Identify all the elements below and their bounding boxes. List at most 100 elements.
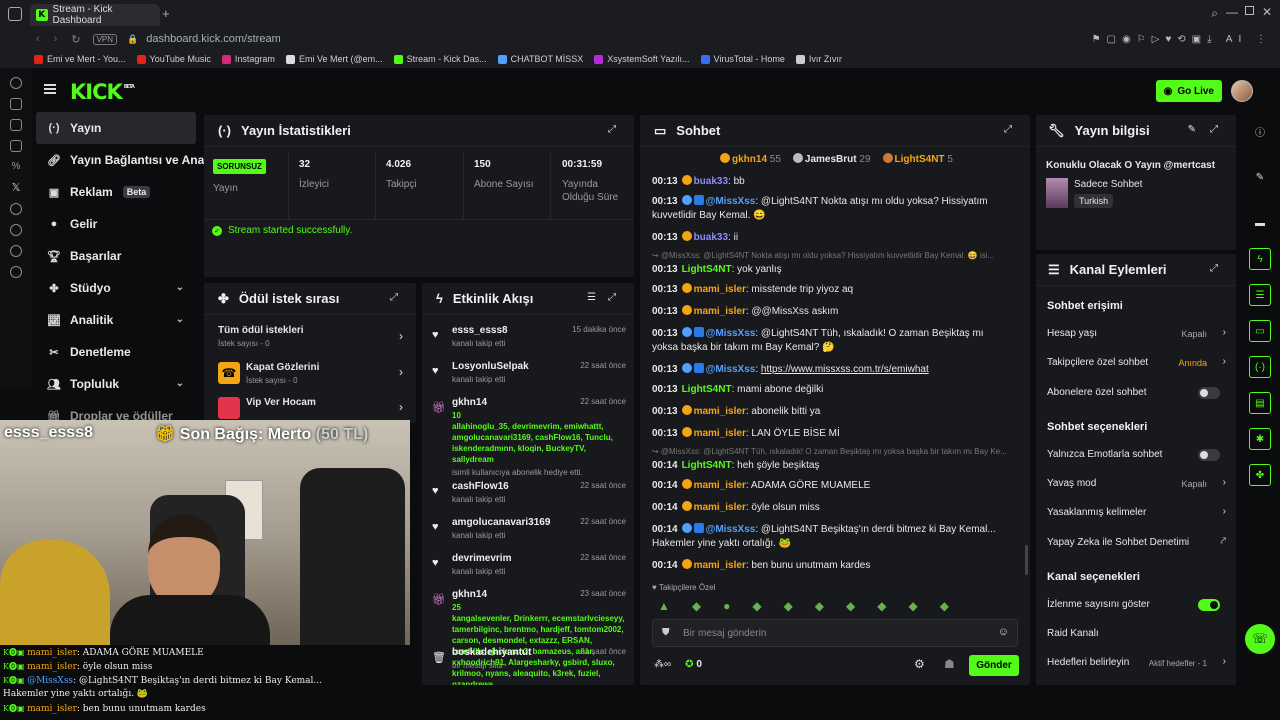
sidebar-item-7[interactable]: ✂ Denetleme — [36, 336, 196, 368]
chat-scrollbar[interactable] — [1025, 545, 1028, 575]
chat-message[interactable]: 00:14 mami_isler: ben bunu unutmam kardes — [652, 559, 1012, 573]
event-item[interactable]: ♥ amgolucanavari3169 kanalı takip etti 22 s… — [432, 517, 626, 540]
sidebar-item-2[interactable]: ▣ Reklam Beta — [36, 176, 196, 208]
sidebar-item-0[interactable]: (·) Yayın — [36, 112, 196, 144]
message-user[interactable]: buak33 — [694, 232, 728, 243]
points-icon[interactable]: ✪ 0 — [685, 659, 702, 670]
show-viewcount-toggle[interactable] — [1198, 599, 1220, 611]
event-item[interactable]: ♥ devrimevrim kanalı takip etti 22 saat önc… — [432, 553, 626, 576]
reward-item[interactable]: ☎ Kapat Gözlerini İstek sayısı - 0 › — [218, 362, 403, 385]
chat-message[interactable]: 00:13 mami_isler: LAN ÖYLE BİSE Mİ — [652, 427, 1012, 441]
minimize-icon[interactable]: — — [1226, 5, 1238, 19]
chat-message[interactable]: 00:13 LightS4NT: yok yanlış — [652, 263, 1012, 277]
bookmark-item[interactable]: Stream - Kick Das... — [393, 54, 487, 64]
chat-message[interactable]: 00:13 @MissXss: @LightS4NT Tüh, ıskaladık… — [652, 327, 1012, 355]
reward-icon[interactable]: ✤ — [1249, 464, 1271, 486]
event-item[interactable]: 🎁︎ gkhn14 10 allahinoglu_35, devrimevrim, e… — [432, 397, 626, 477]
raid-channel-row[interactable]: Raid Kanalı — [1047, 628, 1225, 639]
bookmark-item[interactable]: CHATBOT MİSSX — [497, 54, 583, 64]
all-rewards-item[interactable]: Tüm ödül istekleri İstek sayısı - 0 › — [218, 325, 403, 348]
bookmark-item[interactable]: Emi ve Mert - You... — [34, 54, 126, 64]
bookmark-item[interactable]: XsystemSoft Yazılı... — [594, 54, 690, 64]
sidebar-percent-icon[interactable]: % — [10, 161, 22, 173]
chat-message[interactable]: 00:14 mami_isler: ADAMA GÖRE MUAMELE — [652, 479, 1012, 493]
wrench-icon[interactable]: ✱ — [1249, 428, 1271, 450]
chat-message[interactable]: 00:14 @MissXss: @LightS4NT Beşiktaş'ın de… — [652, 523, 1012, 551]
clipboard-icon[interactable]: ▤ — [1249, 392, 1271, 414]
message-user[interactable]: mami_isler — [694, 480, 746, 491]
message-user[interactable]: buak33 — [694, 176, 728, 187]
bookmark-item[interactable]: Emi Ve Mert (@em... — [285, 54, 383, 64]
message-user[interactable]: mami_isler — [694, 428, 746, 439]
search-icon[interactable]: ⌕ — [1211, 6, 1218, 21]
sidebar-lightbulb-icon[interactable] — [10, 245, 22, 257]
filter-icon[interactable]: ☰ — [587, 292, 596, 303]
message-user[interactable]: mami_isler — [694, 560, 746, 571]
expand-icon[interactable]: ⤢ — [390, 292, 402, 304]
bot-icon[interactable]: ☗ — [944, 657, 955, 671]
sidebar-wallet-icon[interactable] — [10, 119, 22, 131]
message-user[interactable]: @MissXss — [706, 196, 756, 207]
chat-message[interactable]: 00:14 LightS4NT: heh şöyle beşiktaş — [652, 459, 1012, 473]
hamburger-menu-icon[interactable] — [44, 84, 56, 94]
message-user[interactable]: mami_isler — [694, 284, 746, 295]
chat-message[interactable]: 00:13 mami_isler: abonelik bitti ya — [652, 405, 1012, 419]
sidebar-item-4[interactable]: 🏆︎ Başarılar — [36, 240, 196, 272]
sidebar-settings-icon[interactable] — [10, 266, 22, 278]
new-tab-icon[interactable]: + — [162, 6, 170, 21]
settings-icon[interactable]: ⚙ — [914, 657, 925, 671]
banned-words-row[interactable]: Yasaklanmış kelimeler — [1047, 507, 1225, 518]
go-live-button[interactable]: ◉ Go Live — [1155, 80, 1222, 102]
avatar[interactable] — [1231, 80, 1253, 102]
message-user[interactable]: LightS4NT — [682, 384, 732, 395]
bookmark-item[interactable]: Ivır Zıvır — [795, 54, 842, 64]
extensions-icons[interactable]: ⚑▢◉⚐▷♥⟲▣⤓ AI ⋮ — [1092, 34, 1272, 45]
expand-icon[interactable]: ⤢ — [1210, 263, 1222, 275]
sidebar-history-icon[interactable] — [10, 77, 22, 89]
sidebar-item-5[interactable]: ✤ Stüdyo ⌄ — [36, 272, 196, 304]
message-user[interactable]: @MissXss — [706, 524, 756, 535]
kick-logo[interactable]: KICK BETA — [70, 80, 135, 104]
message-user[interactable]: LightS4NT — [682, 460, 732, 471]
chat-message[interactable]: 00:13 mami_isler: misstende trip yiyoz aq — [652, 283, 1012, 297]
expand-icon[interactable]: ⤢ — [1004, 124, 1016, 136]
event-item[interactable]: 🗑︎ boskadehiyantut bir mesajı sildi 21 saat… — [432, 647, 626, 670]
display-icon[interactable]: ▬ — [1249, 212, 1271, 234]
message-user[interactable]: @MissXss — [706, 364, 756, 375]
bookmark-item[interactable]: Instagram — [221, 54, 275, 64]
sidebar-item-3[interactable]: ● Gelir — [36, 208, 196, 240]
chat-input[interactable]: ⛊ Bir mesaj gönderin ☺ — [652, 619, 1018, 647]
chat-message[interactable]: 00:14 mami_isler: öyle olsun miss — [652, 501, 1012, 515]
support-icon[interactable]: ☏ — [1245, 624, 1275, 654]
ai-moderation-row[interactable]: Yapay Zeka ile Sohbet Denetimi — [1047, 537, 1225, 548]
sidebar-clock-icon[interactable] — [10, 224, 22, 236]
sidebar-item-8[interactable]: 👥︎ Topluluk ⌄ — [36, 368, 196, 400]
message-text[interactable]: https://www.missxss.com.tr/s/emiwhat — [761, 364, 929, 375]
send-button[interactable]: Gönder — [969, 655, 1019, 676]
expand-icon[interactable]: ⤢ — [608, 292, 620, 304]
event-item[interactable]: ♥ LosyonluSelpak kanalı takip etti 22 saat … — [432, 361, 626, 384]
list-icon[interactable]: ☰ — [1249, 284, 1271, 306]
restore-icon[interactable] — [1245, 6, 1254, 15]
browser-tab[interactable]: K Stream - Kick Dashboard — [30, 4, 160, 26]
event-item[interactable]: 🎁︎ gkhn14 25 kangalsevenler, Drinkerrr, ece… — [432, 589, 626, 685]
message-user[interactable]: mami_isler — [694, 406, 746, 417]
sidebar-item-1[interactable]: 🔗︎ Yayın Bağlantısı ve Anahtarı — [36, 144, 230, 176]
chat-message[interactable]: 00:13 buak33: bb — [652, 175, 1012, 189]
sidebar-item-6[interactable]: 📈︎ Analitik ⌄ — [36, 304, 196, 336]
sidebar-app-icon[interactable] — [10, 203, 22, 215]
broadcast-icon[interactable]: (·) — [1249, 356, 1271, 378]
emote-only-toggle[interactable] — [1198, 449, 1220, 461]
emote-bar[interactable]: ▲◆●◆◆◆◆◆◆◆ — [658, 599, 971, 613]
url-field[interactable]: dashboard.kick.com/stream — [146, 33, 281, 45]
message-user[interactable]: mami_isler — [694, 306, 746, 317]
subscribers-only-toggle[interactable] — [1198, 387, 1220, 399]
bookmark-item[interactable]: VirusTotal - Home — [700, 54, 785, 64]
sidebar-x-icon[interactable]: 𝕏 — [10, 182, 22, 194]
emoji-icon[interactable]: ☺ — [998, 626, 1009, 638]
browser-menu-icon[interactable] — [8, 7, 22, 21]
chat-message[interactable]: 00:13 @MissXss: https://www.missxss.com.t… — [652, 363, 1012, 377]
sidebar-bag-icon[interactable] — [10, 98, 22, 110]
reload-icon[interactable]: ↻ — [71, 33, 80, 46]
forward-icon[interactable]: › — [54, 33, 58, 45]
